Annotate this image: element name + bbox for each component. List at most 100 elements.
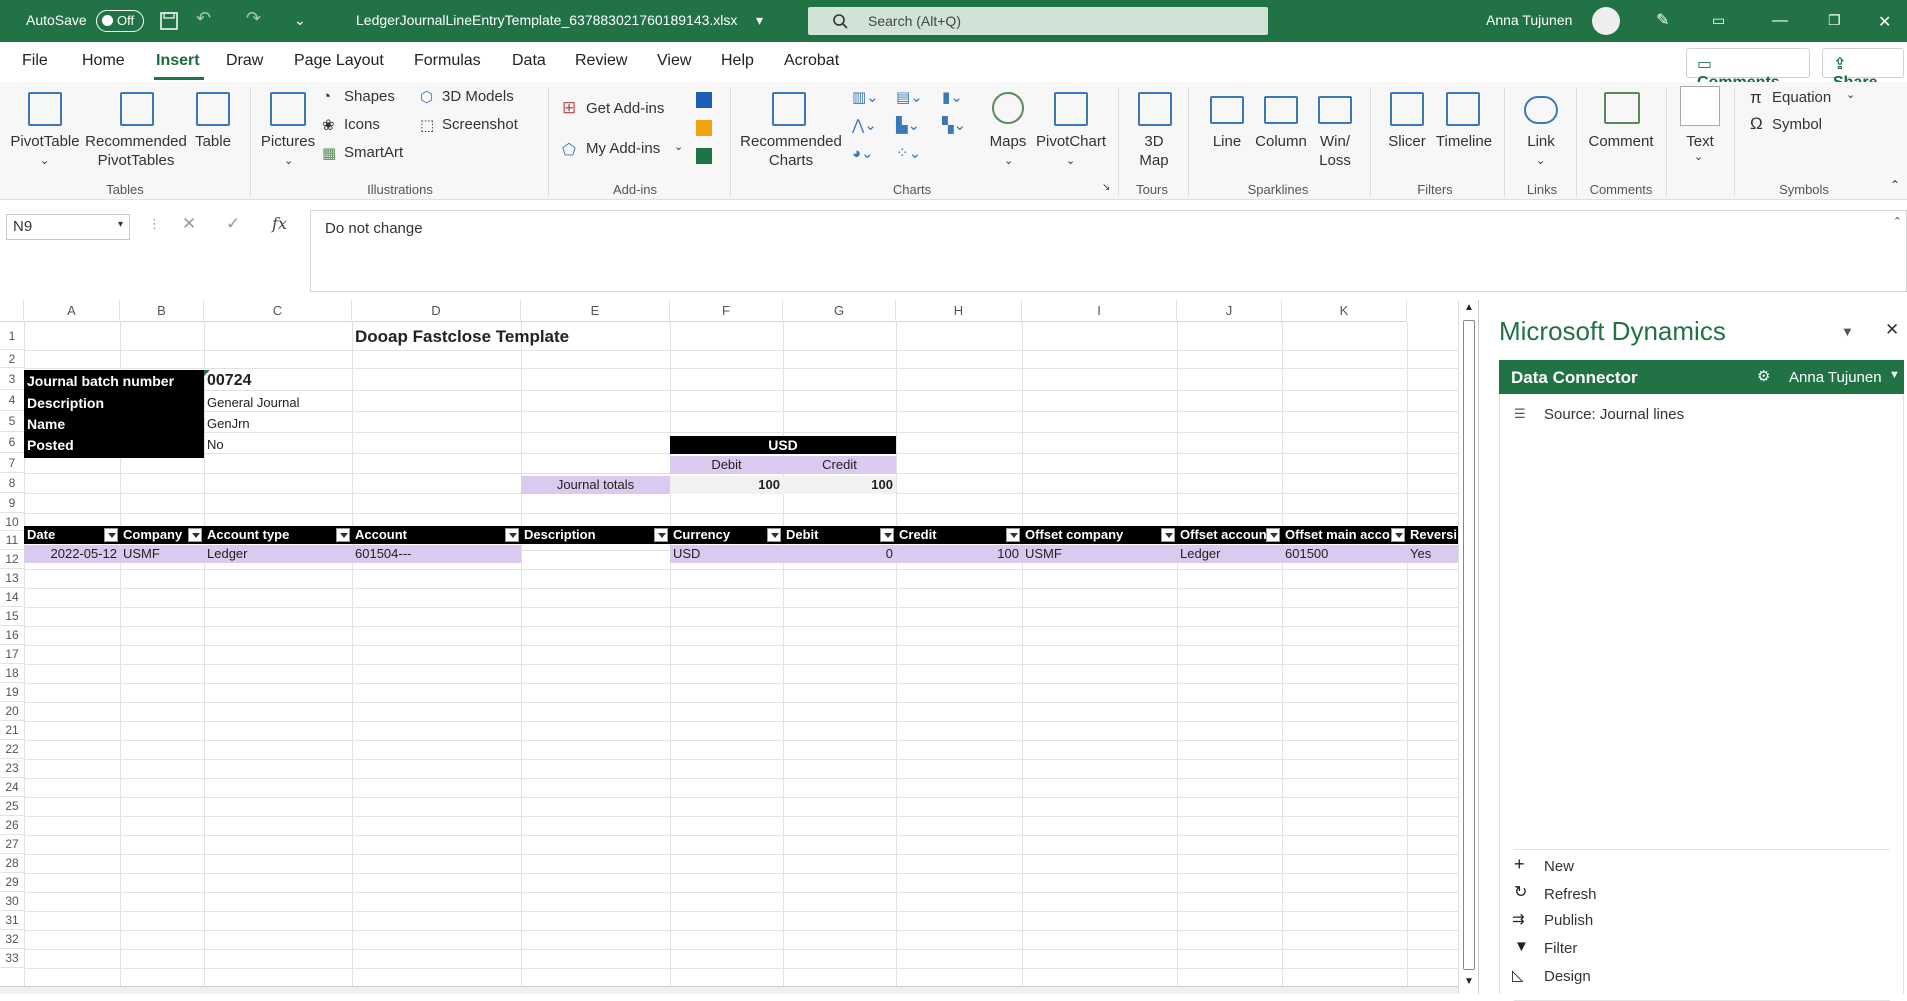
filter-dropdown-icon[interactable]: [767, 528, 781, 542]
text-button[interactable]: Text: [1676, 132, 1724, 151]
row-header[interactable]: 19: [0, 683, 24, 702]
filter-button[interactable]: Filter: [1544, 940, 1577, 957]
posted-value[interactable]: No: [204, 436, 227, 454]
filter-dropdown-icon[interactable]: [336, 528, 350, 542]
row-header[interactable]: 30: [0, 892, 24, 911]
table-header-cell[interactable]: Offset main acco: [1282, 526, 1407, 544]
ribbon-display-icon[interactable]: ▭: [1712, 12, 1725, 29]
column-header[interactable]: I: [1022, 300, 1177, 322]
chevron-down-icon[interactable]: ⌄: [674, 140, 683, 153]
column-header[interactable]: F: [670, 300, 783, 322]
table-header-cell[interactable]: Offset accoun: [1177, 526, 1282, 544]
slicer-button[interactable]: Slicer: [1380, 132, 1434, 151]
dialog-launcher-icon[interactable]: ↘: [1102, 182, 1110, 193]
chevron-down-icon[interactable]: ⌄: [1846, 88, 1855, 101]
batch-number-label[interactable]: Journal batch number: [24, 372, 204, 390]
recommended-charts-button[interactable]: Recommended Charts: [738, 132, 844, 170]
row-header[interactable]: 24: [0, 778, 24, 797]
scatter-chart-icon[interactable]: ⁘⌄: [896, 144, 921, 162]
pictures-button[interactable]: Pictures: [258, 132, 318, 151]
minimize-icon[interactable]: —: [1772, 12, 1788, 30]
batch-number-value[interactable]: 00724: [204, 370, 255, 392]
row-header[interactable]: 6: [0, 432, 24, 453]
gear-icon[interactable]: ⚙: [1757, 367, 1770, 385]
tab-home[interactable]: Home: [82, 52, 125, 70]
table-cell[interactable]: Yes: [1407, 545, 1458, 563]
journal-totals-label[interactable]: Journal totals: [521, 476, 670, 494]
table-header-cell[interactable]: Account: [352, 526, 521, 544]
close-pane-icon[interactable]: ✕: [1885, 320, 1899, 340]
chevron-down-icon[interactable]: ⌄: [40, 154, 49, 167]
tab-formulas[interactable]: Formulas: [414, 52, 481, 70]
row-header[interactable]: 14: [0, 588, 24, 607]
tab-help[interactable]: Help: [721, 52, 754, 70]
customize-icon[interactable]: ⌄: [294, 12, 306, 29]
row-header[interactable]: 8: [0, 473, 24, 493]
vertical-scrollbar[interactable]: ▲ ▼: [1458, 300, 1478, 994]
link-button[interactable]: Link: [1516, 132, 1566, 151]
table-header-cell[interactable]: Account type: [204, 526, 352, 544]
totals-debit-label[interactable]: Debit: [670, 456, 783, 474]
select-all-corner[interactable]: [0, 300, 24, 322]
totals-currency[interactable]: USD: [670, 436, 896, 454]
column-sparkline-button[interactable]: Column: [1252, 132, 1310, 151]
user-name[interactable]: Anna Tujunen: [1486, 12, 1572, 28]
equation-button[interactable]: Equation: [1772, 89, 1831, 106]
column-header[interactable]: H: [896, 300, 1022, 322]
description-label[interactable]: Description: [24, 394, 204, 412]
name-value[interactable]: GenJrn: [204, 415, 253, 433]
tab-data[interactable]: Data: [512, 52, 546, 70]
publish-button[interactable]: Publish: [1544, 912, 1593, 929]
table-header-cell[interactable]: Description: [521, 526, 670, 544]
chevron-down-icon[interactable]: ▼: [1889, 369, 1900, 381]
insert-function-button[interactable]: fx: [272, 214, 287, 233]
line-chart-icon[interactable]: ⋀⌄: [852, 116, 877, 134]
table-cell[interactable]: 601500: [1282, 545, 1407, 563]
table-button[interactable]: Table: [190, 132, 236, 151]
icons-button[interactable]: Icons: [344, 116, 380, 133]
symbol-button[interactable]: Symbol: [1772, 116, 1822, 133]
pane-options-icon[interactable]: ▼: [1841, 324, 1854, 339]
collapse-ribbon-icon[interactable]: ⌃: [1890, 178, 1900, 192]
table-header-cell[interactable]: Reversi: [1407, 526, 1458, 544]
people-graph-icon[interactable]: [696, 148, 712, 164]
table-header-cell[interactable]: Company: [120, 526, 204, 544]
pivotchart-button[interactable]: PivotChart: [1036, 132, 1106, 151]
row-header[interactable]: 10: [0, 513, 24, 531]
name-label[interactable]: Name: [24, 415, 204, 433]
pen-icon[interactable]: ✎: [1656, 10, 1669, 30]
table-cell[interactable]: USMF: [120, 545, 204, 563]
3d-map-button[interactable]: 3D Map: [1128, 132, 1180, 170]
row-header[interactable]: 22: [0, 740, 24, 759]
chevron-down-icon[interactable]: ⌄: [1536, 154, 1545, 167]
chevron-down-icon[interactable]: ▾: [118, 219, 123, 230]
comments-button[interactable]: ▭ Comments: [1686, 48, 1810, 91]
row-header[interactable]: 1: [0, 322, 24, 350]
column-chart-icon[interactable]: ▥⌄: [852, 88, 879, 106]
maps-button[interactable]: Maps: [982, 132, 1034, 151]
table-cell[interactable]: USD: [670, 545, 783, 563]
table-cell[interactable]: USMF: [1022, 545, 1177, 563]
row-header[interactable]: 20: [0, 702, 24, 721]
row-header[interactable]: 28: [0, 854, 24, 873]
row-header[interactable]: 3: [0, 368, 24, 390]
recommended-pivottables-button[interactable]: Recommended PivotTables: [84, 132, 188, 170]
filter-dropdown-icon[interactable]: [505, 528, 519, 542]
restore-icon[interactable]: ❐: [1828, 12, 1841, 29]
tab-draw[interactable]: Draw: [226, 52, 263, 70]
chevron-down-icon[interactable]: ▾: [756, 12, 763, 29]
cancel-icon[interactable]: ✕: [182, 214, 196, 234]
row-header[interactable]: 23: [0, 759, 24, 778]
filter-dropdown-icon[interactable]: [1161, 528, 1175, 542]
totals-credit-label[interactable]: Credit: [783, 456, 896, 474]
visio-icon[interactable]: [696, 92, 712, 108]
filter-dropdown-icon[interactable]: [104, 528, 118, 542]
table-header-cell[interactable]: Offset company: [1022, 526, 1177, 544]
column-header[interactable]: E: [521, 300, 670, 322]
my-add-ins-button[interactable]: My Add-ins: [586, 140, 660, 157]
row-header[interactable]: 5: [0, 411, 24, 432]
row-header[interactable]: 12: [0, 550, 24, 569]
enter-icon[interactable]: ✓: [226, 214, 240, 234]
new-button[interactable]: New: [1544, 858, 1574, 875]
autosave-toggle[interactable]: Off: [96, 10, 144, 32]
